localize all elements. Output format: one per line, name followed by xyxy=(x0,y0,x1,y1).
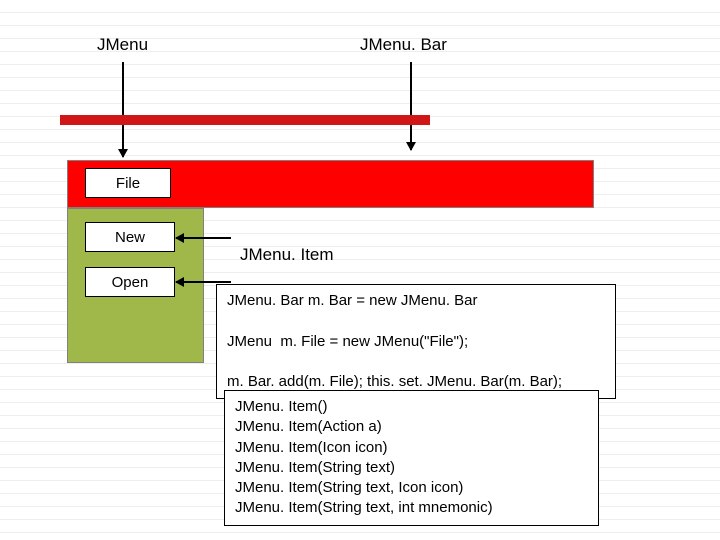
menu-file[interactable]: File xyxy=(85,168,171,198)
label-jmenuitem: JMenu. Item xyxy=(240,245,334,265)
red-divider xyxy=(60,115,430,125)
arrow-jmenu-to-file xyxy=(122,62,124,157)
menuitem-new[interactable]: New xyxy=(85,222,175,252)
arrow-to-new xyxy=(176,237,231,239)
menuitem-open[interactable]: Open xyxy=(85,267,175,297)
code-snippet-menubar: JMenu. Bar m. Bar = new JMenu. Bar JMenu… xyxy=(216,284,616,399)
diagram-stage: JMenu JMenu. Bar File New Open JMenu. It… xyxy=(0,0,720,540)
code-snippet-menuitem-ctors: JMenu. Item() JMenu. Item(Action a) JMen… xyxy=(224,390,599,526)
arrow-jmenubar-to-bar xyxy=(410,62,412,150)
label-jmenubar: JMenu. Bar xyxy=(360,35,447,55)
label-jmenu: JMenu xyxy=(97,35,148,55)
arrow-to-open xyxy=(176,281,231,283)
